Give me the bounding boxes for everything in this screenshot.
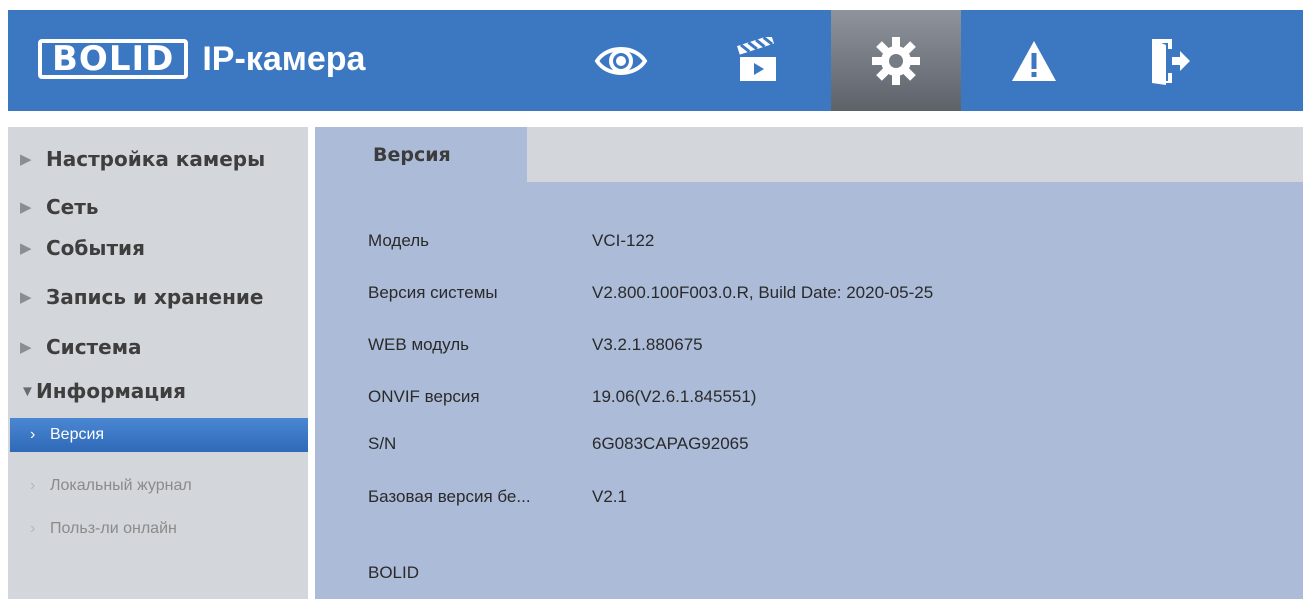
triangle-right-icon: ▶ — [20, 289, 32, 306]
info-value: VCI-122 — [592, 231, 655, 250]
sidebar-subitem-label: Версия — [50, 426, 105, 443]
info-value: 19.06(V2.6.1.845551) — [592, 387, 757, 406]
sidebar-item-network[interactable]: ▶ Сеть — [8, 189, 308, 225]
info-row-web-module: WEB модуль V3.2.1.880675 — [368, 333, 703, 357]
info-key: WEB модуль — [368, 335, 470, 354]
sidebar-item-label: Настройка камеры — [46, 147, 266, 171]
sidebar-item-label: События — [46, 236, 145, 260]
sidebar-subitem-version[interactable]: › Версия — [10, 418, 308, 452]
info-key: S/N — [368, 434, 397, 453]
triangle-right-icon: ▶ — [20, 339, 32, 356]
sidebar-item-events[interactable]: ▶ События — [8, 230, 308, 266]
footer-brand: BOLID — [368, 563, 420, 582]
top-header: BOLID IP-камера — [8, 10, 1303, 111]
main-content: Версия Модель VCI-122 Версия системы V2.… — [315, 127, 1303, 599]
chevron-right-icon: › — [30, 520, 36, 537]
info-value: 6G083CAPAG92065 — [592, 434, 749, 453]
nav-logout-button[interactable] — [1105, 10, 1235, 111]
clapperboard-icon — [737, 36, 776, 81]
tab-label: Версия — [373, 143, 451, 166]
chevron-right-icon: › — [30, 477, 36, 494]
info-key: Модель — [368, 231, 430, 250]
info-key: ONVIF версия — [368, 387, 480, 406]
nav-live-view-button[interactable] — [556, 10, 686, 111]
info-row-model: Модель VCI-122 — [368, 229, 654, 253]
info-row-serial-number: S/N 6G083CAPAG92065 — [368, 432, 749, 456]
nav-playback-button[interactable] — [693, 10, 823, 111]
sidebar-item-record-storage[interactable]: ▶ Запись и хранение — [8, 279, 308, 315]
sidebar-subitem-local-log[interactable]: › Локальный журнал — [10, 469, 308, 503]
sidebar-item-information[interactable]: ▼ Информация — [8, 373, 308, 409]
info-value: V2.1 — [592, 487, 627, 506]
sidebar-subitem-online-users[interactable]: › Польз-ли онлайн — [10, 512, 308, 546]
tab-bar: Версия — [315, 127, 1303, 182]
sidebar-item-label: Сеть — [46, 195, 99, 219]
info-value: V2.800.100F003.0.R, Build Date: 2020-05-… — [592, 283, 934, 302]
logout-door-icon — [1152, 38, 1190, 85]
triangle-right-icon: ▶ — [20, 151, 32, 168]
nav-alarm-button[interactable] — [969, 10, 1099, 111]
sidebar-item-label: Информация — [36, 379, 186, 403]
sidebar-item-camera-settings[interactable]: ▶ Настройка камеры — [8, 141, 308, 177]
gear-icon — [872, 36, 920, 85]
sidebar: ▶ Настройка камеры ▶ Сеть ▶ События ▶ За… — [8, 127, 308, 599]
info-key: Версия системы — [368, 283, 498, 302]
warning-icon — [1012, 40, 1056, 81]
sidebar-subitem-label: Польз-ли онлайн — [50, 520, 177, 537]
triangle-down-icon: ▼ — [20, 382, 35, 400]
triangle-right-icon: ▶ — [20, 240, 32, 257]
sidebar-subitem-label: Локальный журнал — [50, 477, 192, 494]
info-row-onvif-version: ONVIF версия 19.06(V2.6.1.845551) — [368, 385, 756, 409]
logo: BOLID IP-камера — [38, 37, 365, 81]
chevron-right-icon: › — [30, 426, 36, 443]
info-row-base-security-version: Базовая версия бе... V2.1 — [368, 485, 627, 509]
info-row-system-version: Версия системы V2.800.100F003.0.R, Build… — [368, 281, 933, 305]
logo-brand: BOLID — [38, 39, 189, 79]
eye-icon — [594, 46, 648, 75]
tab-version[interactable]: Версия — [315, 127, 527, 182]
sidebar-item-system[interactable]: ▶ Система — [8, 329, 308, 365]
triangle-right-icon: ▶ — [20, 199, 32, 216]
nav-setup-button[interactable] — [831, 10, 961, 111]
sidebar-item-label: Запись и хранение — [46, 285, 264, 309]
info-value: V3.2.1.880675 — [592, 335, 703, 354]
info-key: Базовая версия бе... — [368, 487, 531, 506]
sidebar-item-label: Система — [46, 335, 142, 359]
logo-title: IP-камера — [202, 39, 366, 78]
